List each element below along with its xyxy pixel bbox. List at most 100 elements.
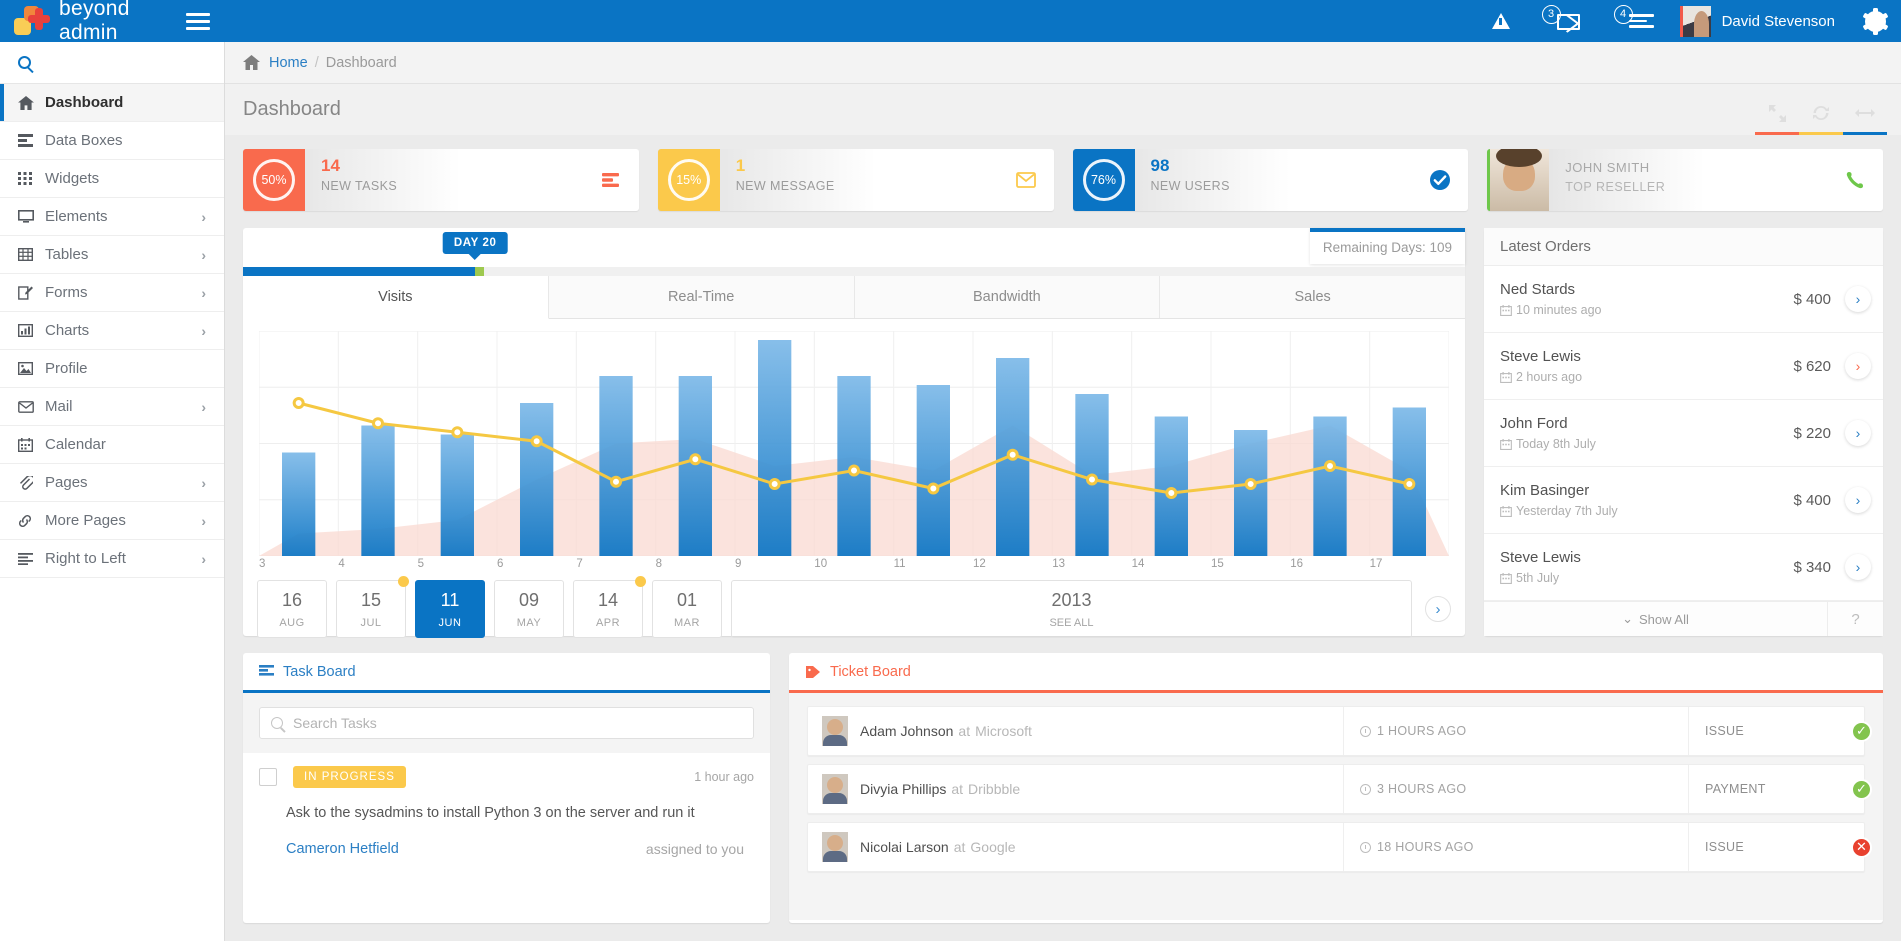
sidebar-item-right-to-left[interactable]: Right to Left ›: [0, 540, 224, 578]
sidebar-item-label: Profile: [45, 360, 88, 377]
stat-card-new-users[interactable]: 76% 98 NEW USERS: [1072, 149, 1469, 211]
close-circle-icon: ✕: [1851, 836, 1872, 858]
tab-real-time[interactable]: Real-Time: [549, 276, 855, 318]
stat-card-new-message[interactable]: 15% 1 NEW MESSAGE: [657, 149, 1054, 211]
ticket-type: ISSUE: [1705, 724, 1745, 738]
top-navigation-bar: beyond admin 3 4 David Stevenson: [0, 0, 1901, 45]
settings-button[interactable]: [1849, 0, 1901, 42]
sidebar-item-dashboard[interactable]: Dashboard: [0, 84, 224, 122]
warning-triangle-icon[interactable]: [1476, 0, 1526, 42]
ticket-at: at: [951, 781, 964, 797]
chevron-right-icon[interactable]: ›: [1845, 286, 1871, 313]
task-description: Ask to the sysadmins to install Python 3…: [286, 805, 695, 821]
reseller-photo: [1487, 149, 1550, 211]
chevron-right-icon: ›: [201, 246, 206, 263]
sidebar-item-charts[interactable]: Charts ›: [0, 312, 224, 350]
progress-bar[interactable]: [243, 267, 1465, 276]
stat-percent: 15%: [667, 159, 710, 201]
stat-progress-ring: 76%: [1072, 149, 1135, 211]
stat-card-new-tasks[interactable]: 50% 14 NEW TASKS: [243, 149, 639, 211]
order-row[interactable]: John Ford Today 8th July $ 220 ›: [1484, 400, 1883, 468]
tasks-button[interactable]: 4: [1598, 0, 1670, 42]
chevron-right-icon[interactable]: ›: [1845, 420, 1871, 447]
task-footer: Cameron Hetfield assigned to you: [286, 841, 754, 857]
messages-button[interactable]: 3: [1526, 0, 1598, 42]
order-info: Steve Lewis 2 hours ago: [1500, 348, 1793, 384]
date-month: JUN: [438, 616, 462, 629]
order-time: Today 8th July: [1500, 437, 1793, 451]
refresh-icon[interactable]: [1799, 91, 1843, 135]
sidebar-item-data-boxes[interactable]: Data Boxes: [0, 122, 224, 160]
chevron-right-icon[interactable]: ›: [1845, 353, 1871, 380]
next-dates-button[interactable]: ›: [1425, 596, 1451, 622]
date-box-aug[interactable]: 16 AUG: [257, 580, 327, 638]
ticket-type: ISSUE: [1705, 840, 1745, 854]
sidebar-item-mail[interactable]: Mail ›: [0, 388, 224, 426]
date-box-mar[interactable]: 01 MAR: [652, 580, 722, 638]
order-info: John Ford Today 8th July: [1500, 415, 1793, 451]
tab-bandwidth[interactable]: Bandwidth: [855, 276, 1161, 318]
chevron-right-icon: ›: [201, 284, 206, 301]
phone-icon[interactable]: [1827, 149, 1883, 211]
ticket-name: Nicolai Larson: [860, 839, 949, 855]
order-row[interactable]: Steve Lewis 2 hours ago $ 620 ›: [1484, 333, 1883, 401]
date-box-jul[interactable]: 15 JUL: [336, 576, 409, 638]
user-menu[interactable]: David Stevenson: [1670, 0, 1849, 42]
breadcrumb-home[interactable]: Home: [269, 55, 308, 71]
date-box-may[interactable]: 09 MAY: [494, 580, 564, 638]
clock-icon: [1360, 841, 1371, 853]
help-button[interactable]: ?: [1827, 602, 1883, 636]
order-row[interactable]: Steve Lewis 5th July $ 340 ›: [1484, 534, 1883, 602]
sidebar-item-widgets[interactable]: Widgets: [0, 160, 224, 198]
task-header: IN PROGRESS 1 hour ago: [259, 766, 754, 788]
sidebar-item-pages[interactable]: Pages ›: [0, 464, 224, 502]
order-row[interactable]: Ned Stards 10 minutes ago $ 400 ›: [1484, 266, 1883, 334]
sidebar-item-elements[interactable]: Elements ›: [0, 198, 224, 236]
search-tasks-input[interactable]: Search Tasks: [259, 707, 754, 739]
order-amount: $ 400: [1793, 290, 1831, 308]
show-all-button[interactable]: ⌄ Show All: [1484, 602, 1827, 636]
see-all-box[interactable]: 2013 SEE ALL: [731, 580, 1412, 638]
sidebar-item-profile[interactable]: Profile: [0, 350, 224, 388]
resize-icon[interactable]: [1843, 91, 1887, 135]
stat-value: 98: [1150, 156, 1170, 175]
ticket-row[interactable]: Divyia Phillips at Dribbble 3 HOURS AGO PAYM…: [807, 764, 1872, 814]
sidebar-search[interactable]: [0, 42, 224, 84]
top-reseller-card[interactable]: JOHN SMITH TOP RESELLER: [1487, 149, 1883, 211]
tab-visits[interactable]: Visits: [243, 276, 549, 319]
date-box-jun[interactable]: 11 JUN: [415, 580, 485, 638]
task-assignee[interactable]: Cameron Hetfield: [286, 841, 399, 857]
date-box-apr[interactable]: 14 APR: [573, 576, 646, 638]
tab-sales[interactable]: Sales: [1160, 276, 1465, 318]
calendar-icon: [1500, 438, 1512, 450]
brand-logo[interactable]: beyond admin: [0, 0, 170, 45]
avatar: [1679, 5, 1711, 37]
ticket-at: at: [958, 723, 971, 739]
menu-toggle-icon[interactable]: [186, 9, 210, 34]
list-icon: [259, 665, 274, 678]
ticket-row[interactable]: Nicolai Larson at Google 18 HOURS AGO ISSUE ✕: [807, 822, 1872, 872]
see-all-label: SEE ALL: [1049, 616, 1094, 629]
ticket-rows: Adam Johnson at Microsoft 1 HOURS AGO ISSUE ✓…: [789, 693, 1883, 920]
chevron-right-icon[interactable]: ›: [1845, 487, 1871, 514]
sidebar-item-forms[interactable]: Forms ›: [0, 274, 224, 312]
expand-icon[interactable]: [1755, 91, 1799, 135]
breadcrumb-separator: /: [314, 54, 319, 71]
list-icon: [1628, 14, 1654, 31]
task-checkbox[interactable]: [259, 768, 277, 786]
order-row[interactable]: Kim Basinger Yesterday 7th July $ 400 ›: [1484, 467, 1883, 535]
stat-label: NEW MESSAGE: [735, 179, 835, 193]
sidebar-item-more-pages[interactable]: More Pages ›: [0, 502, 224, 540]
chevron-right-icon[interactable]: ›: [1845, 554, 1871, 581]
sidebar-item-tables[interactable]: Tables ›: [0, 236, 224, 274]
ticket-row[interactable]: Adam Johnson at Microsoft 1 HOURS AGO ISSUE ✓: [807, 706, 1872, 756]
sidebar-item-calendar[interactable]: Calendar: [0, 426, 224, 464]
calendar-icon: [1500, 505, 1512, 517]
sidebar-item-label: Widgets: [45, 170, 100, 187]
ticket-org: Microsoft: [975, 723, 1032, 739]
ticket-time: 18 HOURS AGO: [1344, 823, 1689, 871]
dashboard-canvas: 50% 14 NEW TASKS 15% 1 NEW MESSAGE 76% 98 NEW US…: [225, 135, 1901, 941]
order-time-text: Today 8th July: [1516, 437, 1596, 452]
stat-cards-row: 50% 14 NEW TASKS 15% 1 NEW MESSAGE 76% 98 NEW US…: [243, 149, 1883, 211]
ticket-board-panel: Ticket Board Adam Johnson at Microsoft 1 HO…: [789, 653, 1883, 923]
